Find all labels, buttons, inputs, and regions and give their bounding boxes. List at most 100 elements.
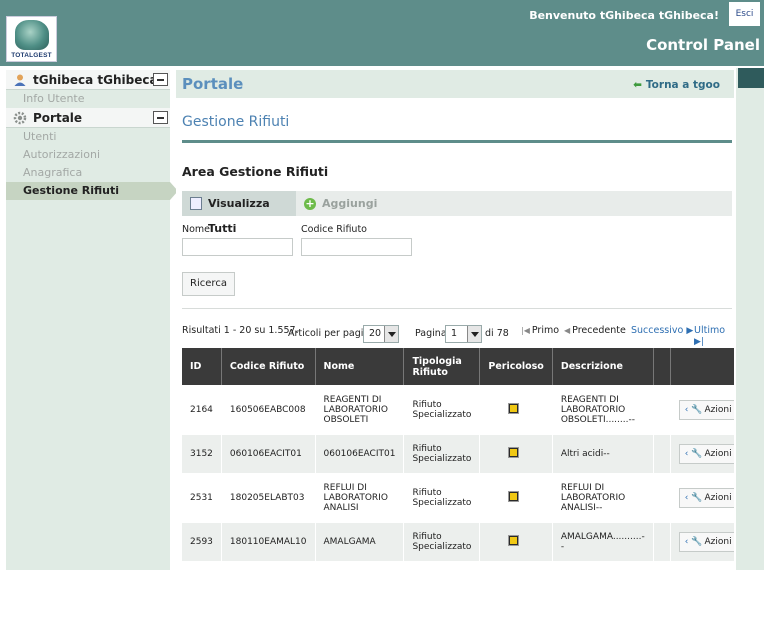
- actions-label: Azioni: [704, 493, 732, 503]
- cell-code: 160506EABC008: [221, 385, 316, 435]
- col-header-code[interactable]: Codice Rifiuto: [221, 348, 316, 385]
- previous-page-icon: ◀: [564, 326, 571, 335]
- back-link[interactable]: ⬅ Torna a tgoo: [633, 79, 720, 91]
- cell-actions: ‹ 🔧 Azioni: [670, 435, 734, 473]
- cell-dangerous: [479, 435, 553, 473]
- actions-button[interactable]: ‹ 🔧 Azioni: [678, 488, 734, 508]
- chevron-left-icon: ‹: [684, 449, 689, 459]
- gear-icon: [13, 111, 27, 125]
- table-row: 2531 180205ELABT03 REFLUI DI LABORATORIO…: [182, 473, 734, 523]
- next-page-icon: ▶: [686, 326, 694, 336]
- cell-blank: [653, 473, 671, 523]
- actions-label: Azioni: [704, 537, 732, 547]
- page-select[interactable]: 1: [445, 325, 482, 343]
- cell-code: 180110EAMAL10: [221, 523, 316, 561]
- cell-id: 2593: [182, 523, 222, 561]
- next-page-link[interactable]: Successivo ▶: [631, 325, 693, 336]
- sidebar-item-info-utente[interactable]: Info Utente: [6, 90, 170, 108]
- cell-dangerous: [479, 385, 553, 435]
- sidebar-section-portale[interactable]: Portale: [6, 108, 170, 128]
- tab-aggiungi-label: Aggiungi: [322, 197, 378, 210]
- cell-actions: ‹ 🔧 Azioni: [670, 385, 734, 435]
- cell-blank: [653, 385, 671, 435]
- collapse-user-section-button[interactable]: [153, 73, 168, 86]
- actions-button[interactable]: ‹ 🔧 Azioni: [678, 400, 734, 420]
- last-page-label: Ultimo: [694, 325, 726, 336]
- previous-page-link[interactable]: ◀ Precedente: [564, 325, 626, 336]
- cell-actions: ‹ 🔧 Azioni: [670, 473, 734, 523]
- page-label: Pagina: [415, 328, 447, 339]
- per-page-select[interactable]: 20: [363, 325, 399, 343]
- sidebar-item-anagrafica[interactable]: Anagrafica: [6, 164, 170, 182]
- waste-table: ID Codice Rifiuto Nome Tipologia Rifiuto…: [182, 348, 734, 561]
- portal-bar: Portale ⬅ Torna a tgoo: [176, 70, 734, 98]
- wrench-icon: 🔧: [691, 449, 703, 459]
- cell-name: 060106EACIT01: [315, 435, 405, 473]
- cell-code: 060106EACIT01: [221, 435, 316, 473]
- chevron-down-icon: [467, 326, 481, 342]
- area-title: Area Gestione Rifiuti: [182, 164, 329, 179]
- welcome-message: Benvenuto tGhibeca tGhibeca!: [529, 9, 719, 22]
- logout-button[interactable]: Esci: [729, 2, 760, 26]
- cell-code: 180205ELABT03: [221, 473, 316, 523]
- col-header-dangerous[interactable]: Pericoloso: [479, 348, 553, 385]
- left-sidebar: tGhibeca tGhibeca Info Utente Portale Ut…: [6, 70, 178, 570]
- cell-name: REAGENTI DI LABORATORIO OBSOLETI: [315, 385, 405, 435]
- hazard-icon: [508, 403, 520, 414]
- next-page-label: Successivo: [631, 325, 684, 336]
- first-page-icon: |◀: [521, 326, 530, 335]
- cell-description: REFLUI DI LABORATORIO ANALISI--: [552, 473, 654, 523]
- col-header-description[interactable]: Descrizione: [552, 348, 654, 385]
- table-row: 3152 060106EACIT01 060106EACIT01 Rifiuto…: [182, 435, 734, 473]
- hazard-icon: [508, 491, 520, 502]
- search-button[interactable]: Ricerca: [182, 272, 235, 296]
- cell-dangerous: [479, 523, 553, 561]
- name-input[interactable]: [182, 238, 293, 256]
- actions-button[interactable]: ‹ 🔧 Azioni: [678, 532, 734, 552]
- sidebar-section-portale-title: Portale: [33, 111, 83, 125]
- per-page-value: 20: [369, 328, 382, 339]
- cell-dangerous: [479, 473, 553, 523]
- cell-type: Rifiuto Specializzato: [403, 473, 481, 523]
- cell-type: Rifiuto Specializzato: [403, 523, 481, 561]
- control-panel-title: Control Panel: [646, 36, 760, 54]
- sidebar-section-user[interactable]: tGhibeca tGhibeca: [6, 70, 170, 90]
- sidebar-section-user-title: tGhibeca tGhibeca: [33, 73, 158, 87]
- tab-aggiungi[interactable]: + Aggiungi: [302, 191, 377, 216]
- wrench-icon: 🔧: [691, 493, 703, 503]
- col-header-name[interactable]: Nome: [315, 348, 405, 385]
- first-page-label: Primo: [531, 325, 560, 336]
- sidebar-item-autorizzazioni[interactable]: Autorizzazioni: [6, 146, 170, 164]
- col-header-id[interactable]: ID: [182, 348, 222, 385]
- last-page-link[interactable]: Ultimo ▶|: [694, 325, 734, 347]
- filters-divider: [182, 308, 732, 309]
- tab-visualizza-tutti[interactable]: Visualizza Tutti: [182, 191, 296, 235]
- total-pages: di 78: [485, 328, 509, 339]
- sidebar-item-gestione-rifiuti[interactable]: Gestione Rifiuti: [6, 182, 178, 200]
- chevron-left-icon: ‹: [684, 405, 689, 415]
- document-search-icon: [190, 197, 202, 210]
- table-row: 2164 160506EABC008 REAGENTI DI LABORATOR…: [182, 385, 734, 435]
- cell-blank: [653, 523, 671, 561]
- cell-id: 2531: [182, 473, 222, 523]
- actions-label: Azioni: [704, 449, 732, 459]
- tab-visualizza-tutti-label: Visualizza Tutti: [208, 197, 270, 235]
- actions-button[interactable]: ‹ 🔧 Azioni: [678, 444, 734, 464]
- cell-name: REFLUI DI LABORATORIO ANALISI: [315, 473, 405, 523]
- code-input[interactable]: [301, 238, 412, 256]
- chevron-down-icon: [384, 326, 398, 342]
- cell-description: AMALGAMA..........--: [552, 523, 654, 561]
- col-header-type[interactable]: Tipologia Rifiuto: [403, 348, 481, 385]
- cell-actions: ‹ 🔧 Azioni: [670, 523, 734, 561]
- first-page-link[interactable]: |◀ Primo: [521, 325, 559, 336]
- main-content: Portale ⬅ Torna a tgoo Gestione Rifiuti A…: [176, 70, 734, 570]
- cell-description: Altri acidi--: [552, 435, 654, 473]
- chevron-left-icon: ‹: [684, 493, 689, 503]
- totalgest-logo[interactable]: TOTALGEST: [6, 16, 57, 62]
- collapse-portale-section-button[interactable]: [153, 111, 168, 124]
- sidebar-item-utenti[interactable]: Utenti: [6, 128, 170, 146]
- logo-text: TOTALGEST: [11, 52, 52, 59]
- logo-emblem-icon: [15, 20, 49, 50]
- hazard-icon: [508, 447, 520, 458]
- back-link-label: Torna a tgoo: [645, 79, 720, 91]
